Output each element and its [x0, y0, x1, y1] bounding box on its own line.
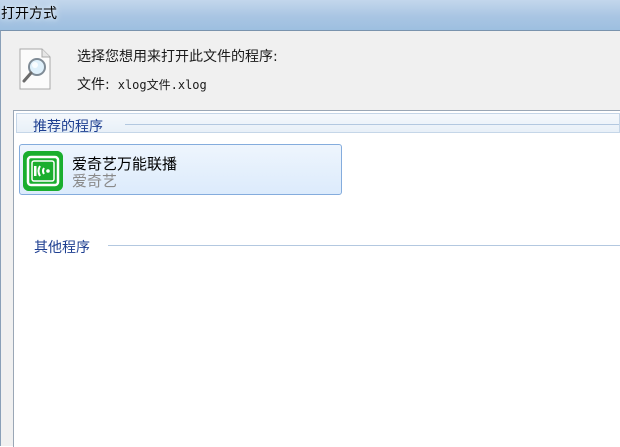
group-header-other[interactable]: 其他程序	[16, 235, 620, 256]
group-title-recommended: 推荐的程序	[33, 119, 103, 135]
program-list[interactable]: 推荐的程序 爱奇艺万能联播 爱奇艺 其他程序	[13, 110, 620, 447]
file-name: xlog文件.xlog	[117, 78, 207, 92]
dialog-prompt: 选择您想用来打开此文件的程序:	[77, 49, 278, 65]
dialog-client-area: 选择您想用来打开此文件的程序: 文件: xlog文件.xlog 推荐的程序 爱奇…	[0, 30, 620, 447]
window-title: 打开方式	[1, 6, 57, 22]
group-title-other: 其他程序	[34, 240, 90, 256]
group-divider	[125, 124, 619, 125]
group-header-recommended[interactable]: 推荐的程序	[16, 113, 620, 135]
open-with-dialog: 打开方式 选择您想用来打开此文件的程序: 文件: xlog文件.xlog 推荐的程…	[0, 0, 620, 447]
iqiyi-player-icon	[23, 151, 63, 191]
search-file-icon	[19, 48, 51, 90]
program-item-iqiyi[interactable]: 爱奇艺万能联播 爱奇艺	[19, 144, 342, 195]
title-bar[interactable]: 打开方式	[0, 0, 620, 30]
program-company: 爱奇艺	[72, 172, 118, 190]
file-info: 文件: xlog文件.xlog	[77, 74, 207, 94]
file-label: 文件:	[77, 77, 110, 93]
group-divider	[108, 245, 620, 246]
